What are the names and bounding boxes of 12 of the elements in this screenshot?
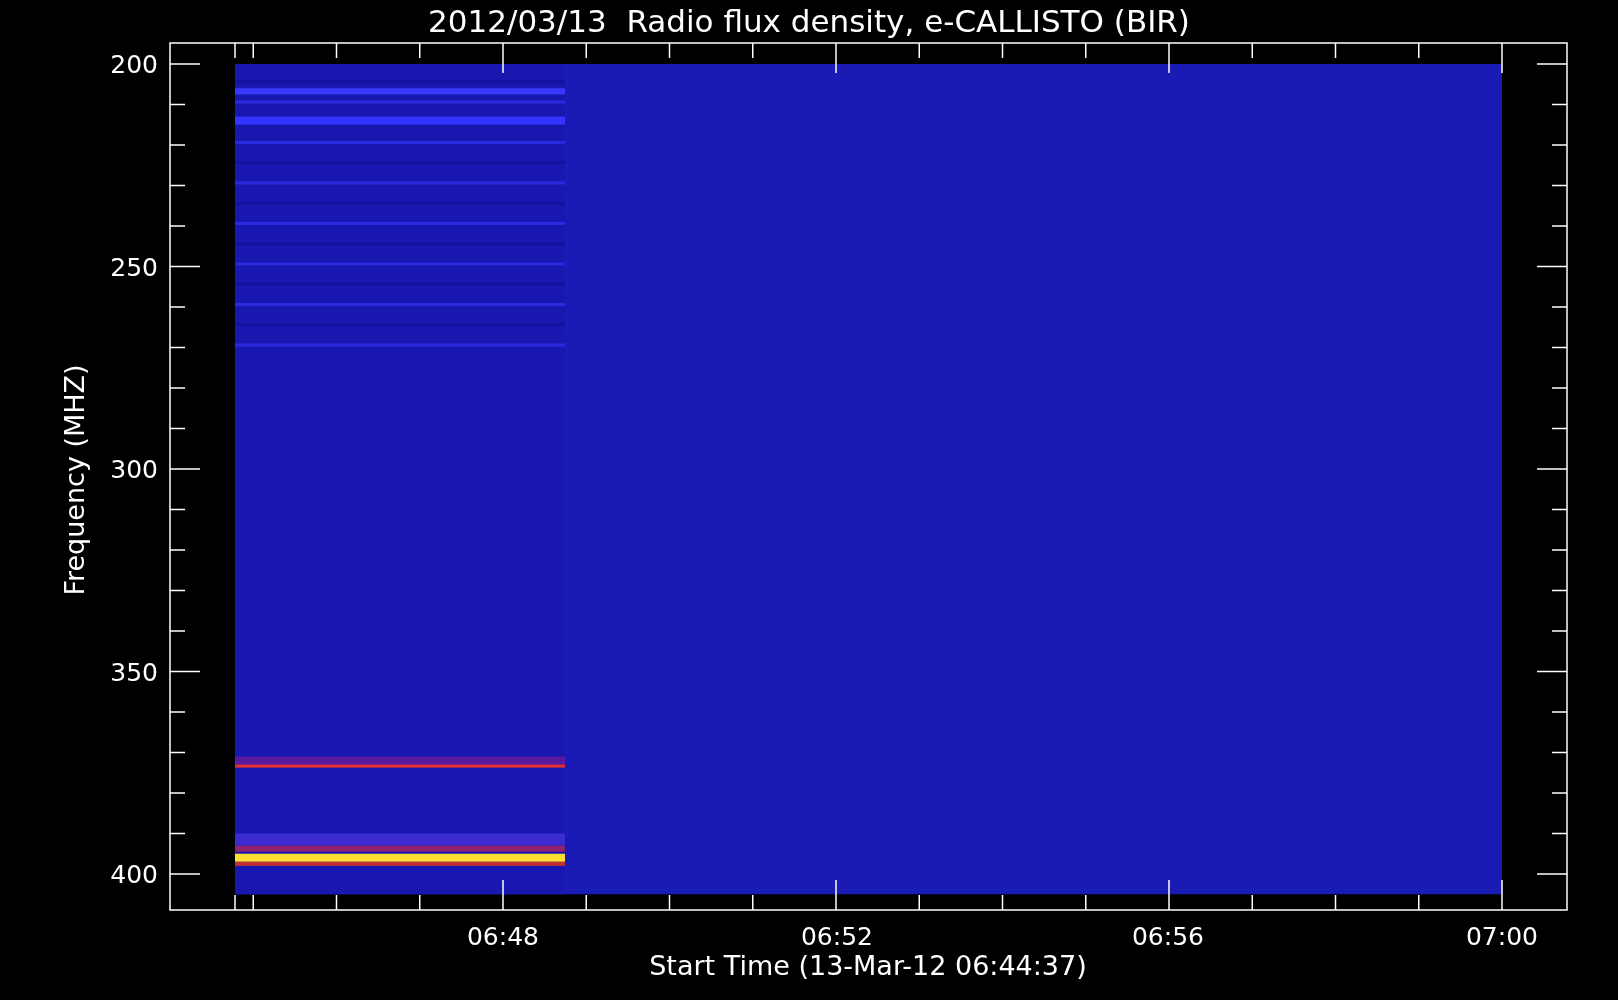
- y-tick-label: 300: [110, 455, 158, 484]
- x-tick-label: 06:52: [801, 922, 873, 951]
- x-tick-label: 06:56: [1132, 922, 1204, 951]
- y-tick-label: 400: [110, 860, 158, 889]
- x-tick-label: 06:48: [467, 922, 539, 951]
- y-tick-label: 350: [110, 657, 158, 687]
- y-tick-label: 200: [110, 50, 158, 79]
- x-axis-label: Start Time (13-Mar-12 06:44:37): [649, 950, 1087, 981]
- y-axis-label: Frequency (MHZ): [59, 364, 90, 596]
- y-tick-label: 250: [110, 252, 158, 282]
- chart-title: 2012/03/13 Radio flux density, e-CALLISTO (BIR): [428, 3, 1190, 39]
- x-tick-label: 07:00: [1466, 922, 1538, 951]
